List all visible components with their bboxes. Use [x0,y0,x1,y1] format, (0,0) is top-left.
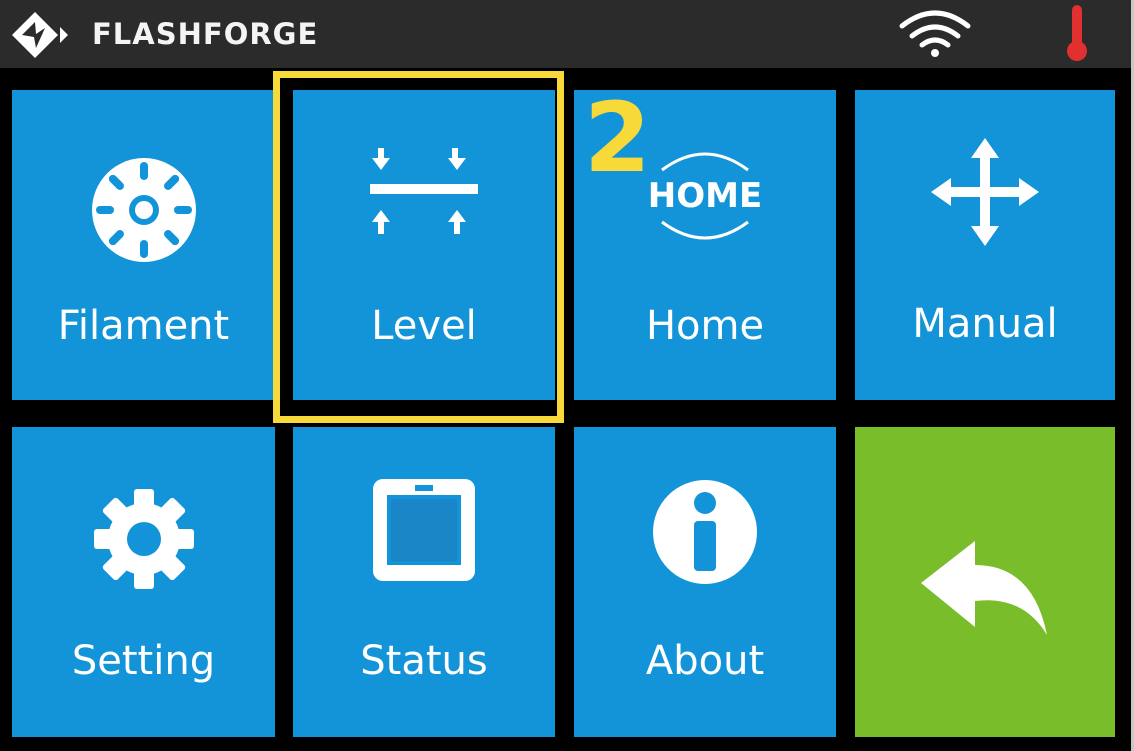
step-number-annotation: 2 [584,82,651,194]
back-arrow-icon [921,541,1047,635]
thermometer-icon [1067,5,1087,61]
status-bar: FLASHFORGE [0,0,1134,68]
flashforge-logo-icon [12,12,68,58]
manual-label: Manual [912,301,1058,347]
status-label: Status [360,638,488,684]
level-arrows-icon [370,148,478,234]
gear-icon [93,489,194,589]
printer-touchscreen: FLASHFORGE Filament Level HOME Home Manu… [0,0,1134,751]
brand-name: FLASHFORGE [92,17,319,51]
move-arrows-icon [931,138,1039,246]
about-label: About [645,638,765,684]
home-icon: HOME [648,152,762,240]
wifi-icon [899,10,971,57]
status-button[interactable]: Status [293,427,555,737]
filament-spool-icon [91,158,196,262]
printer-status-icon [373,479,475,581]
info-icon [653,480,757,584]
about-button[interactable]: About [574,427,836,737]
manual-button[interactable]: Manual [855,90,1115,400]
setting-label: Setting [71,638,216,684]
back-button[interactable] [855,427,1115,737]
filament-label: Filament [57,303,230,349]
level-label: Level [371,303,477,349]
home-label: Home [645,303,765,349]
setting-button[interactable]: Setting [12,427,275,737]
level-button[interactable]: Level [293,90,555,400]
filament-button[interactable]: Filament [12,90,275,400]
home-icon-text: HOME [648,176,762,216]
